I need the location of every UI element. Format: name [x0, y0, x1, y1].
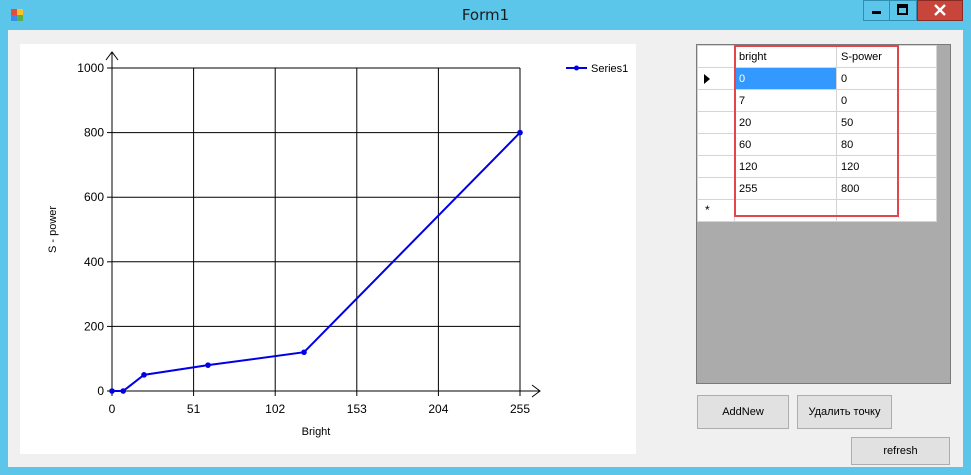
- x-tick-label: 153: [347, 402, 367, 416]
- grid-cell[interactable]: 120: [734, 155, 837, 178]
- data-point: [109, 388, 115, 394]
- data-point: [517, 129, 523, 136]
- row-header[interactable]: [697, 177, 735, 200]
- grid-cell[interactable]: 0: [836, 89, 937, 112]
- add-new-button[interactable]: AddNew: [697, 395, 789, 429]
- data-grid-table: bright S-power 0 0 7 0 20 50 60 80 120 1…: [697, 45, 937, 222]
- refresh-button[interactable]: refresh: [851, 437, 950, 465]
- minimize-button[interactable]: [863, 0, 890, 21]
- grid-cell-new[interactable]: [734, 199, 837, 222]
- x-tick-label: 0: [109, 402, 116, 416]
- title-bar[interactable]: Form1: [0, 0, 971, 30]
- chart: 0 51 102 153 204 255 0 200 400 600 800 1000 Bright S …: [47, 51, 628, 438]
- grid-cell[interactable]: 20: [734, 111, 837, 134]
- y-tick-label: 400: [84, 255, 104, 269]
- x-axis-title: Bright: [302, 426, 331, 438]
- y-axis-title: S - power: [47, 206, 59, 253]
- new-row[interactable]: *: [697, 199, 937, 222]
- x-tick-label: 51: [187, 402, 201, 416]
- y-tick-label: 0: [97, 384, 104, 398]
- column-header-s-power[interactable]: S-power: [836, 45, 937, 68]
- x-tick-label: 102: [265, 402, 285, 416]
- row-header[interactable]: [697, 133, 735, 156]
- grid-cell[interactable]: 255: [734, 177, 837, 200]
- data-grid[interactable]: bright S-power 0 0 7 0 20 50 60 80 120 1…: [696, 44, 951, 384]
- y-tick-label: 600: [84, 190, 104, 204]
- new-row-marker: *: [705, 203, 710, 217]
- row-header[interactable]: [697, 155, 735, 178]
- x-tick-label: 204: [428, 402, 448, 416]
- grid-header-row: bright S-power: [697, 45, 937, 68]
- y-tick-label: 800: [84, 126, 104, 140]
- x-tick-label: 255: [510, 402, 530, 416]
- app-window: Form1 0 51 102 153 204 255 0 200 400 600 800 1000 Br…: [0, 0, 971, 475]
- column-header-bright[interactable]: bright: [734, 45, 837, 68]
- grid-cell[interactable]: 60: [734, 133, 837, 156]
- y-tick-label: 200: [84, 319, 104, 333]
- data-point: [205, 362, 211, 368]
- data-point: [141, 372, 147, 378]
- legend-label: Series1: [591, 63, 628, 75]
- table-row[interactable]: 0 0: [697, 67, 937, 90]
- row-header-new[interactable]: *: [697, 199, 735, 222]
- row-header-current[interactable]: [697, 67, 735, 90]
- chart-area: 0 51 102 153 204 255 0 200 400 600 800 1000 Bright S …: [20, 44, 636, 454]
- close-icon: [934, 4, 946, 16]
- close-button[interactable]: [917, 0, 963, 21]
- row-header[interactable]: [697, 111, 735, 134]
- grid-corner-cell[interactable]: [697, 45, 735, 68]
- delete-point-button[interactable]: Удалить точку: [797, 395, 892, 429]
- grid-cell[interactable]: 0: [836, 67, 937, 90]
- window-title: Form1: [461, 6, 510, 24]
- table-row[interactable]: 7 0: [697, 89, 937, 112]
- maximize-button[interactable]: [890, 0, 917, 21]
- client-area: 0 51 102 153 204 255 0 200 400 600 800 1000 Bright S …: [8, 30, 963, 467]
- data-point: [301, 349, 307, 356]
- table-row[interactable]: 60 80: [697, 133, 937, 156]
- grid-cell-new[interactable]: [836, 199, 937, 222]
- grid-cell[interactable]: 0: [734, 67, 837, 90]
- grid-cell[interactable]: 50: [836, 111, 937, 134]
- table-row[interactable]: 20 50: [697, 111, 937, 134]
- y-tick-label: 1000: [77, 61, 104, 75]
- grid-cell[interactable]: 800: [836, 177, 937, 200]
- table-row[interactable]: 255 800: [697, 177, 937, 200]
- data-point: [120, 388, 126, 394]
- row-header[interactable]: [697, 89, 735, 112]
- grid-cell[interactable]: 80: [836, 133, 937, 156]
- legend-marker: [574, 65, 579, 71]
- table-row[interactable]: 120 120: [697, 155, 937, 178]
- minimize-icon: [872, 11, 881, 14]
- maximize-icon: [897, 4, 908, 15]
- current-row-arrow-icon: [704, 74, 710, 84]
- grid-cell[interactable]: 7: [734, 89, 837, 112]
- grid-cell[interactable]: 120: [836, 155, 937, 178]
